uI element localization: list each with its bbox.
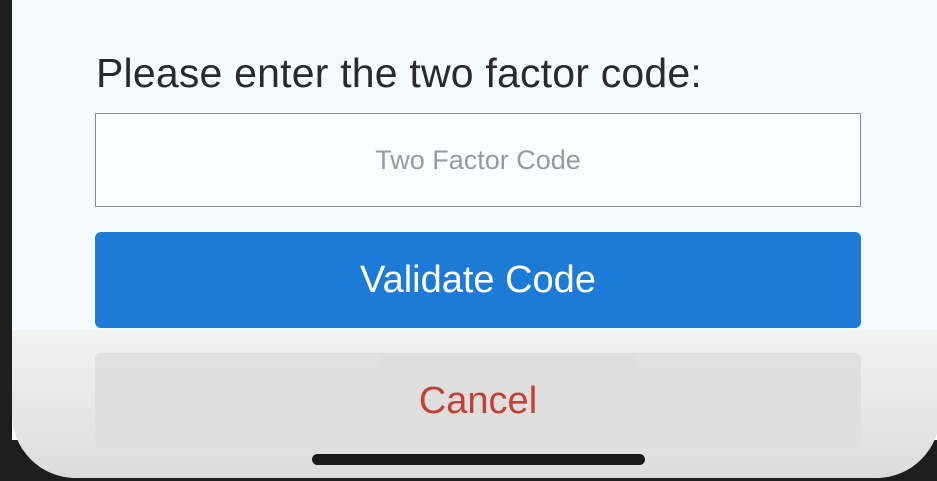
two-factor-prompt: Please enter the two factor code:: [96, 50, 703, 96]
cancel-button[interactable]: Cancel: [95, 353, 861, 449]
device-bezel-left: [0, 0, 12, 481]
validate-code-button[interactable]: Validate Code: [95, 232, 861, 328]
device-frame: Please enter the two factor code: Valida…: [0, 0, 937, 481]
two-factor-code-input[interactable]: [95, 113, 861, 207]
home-indicator: [312, 454, 645, 465]
two-factor-dialog: Please enter the two factor code: Valida…: [12, 0, 937, 478]
